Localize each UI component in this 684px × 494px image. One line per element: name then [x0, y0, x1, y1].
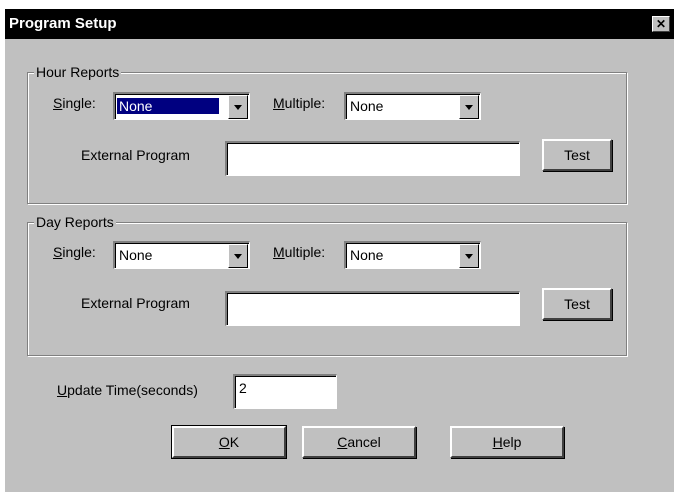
dialog-title: Program Setup — [9, 15, 117, 32]
day-external-input[interactable] — [225, 291, 520, 326]
hour-test-button[interactable]: Test — [542, 139, 612, 171]
ok-button[interactable]: OK — [171, 425, 287, 459]
hour-external-input[interactable] — [225, 141, 520, 176]
hour-multiple-select[interactable]: None — [344, 92, 481, 120]
day-multiple-select[interactable]: None — [344, 241, 481, 269]
day-test-label: Test — [564, 296, 590, 312]
day-reports-label: Day Reports — [34, 214, 116, 230]
cancel-label: Cancel — [337, 434, 381, 450]
day-test-button[interactable]: Test — [542, 288, 612, 320]
close-button[interactable]: ✕ — [652, 16, 670, 32]
hour-reports-label: Hour Reports — [34, 64, 122, 80]
day-single-value: None — [119, 247, 153, 263]
help-label: Help — [492, 434, 522, 450]
update-time-value: 2 — [239, 380, 247, 396]
day-multiple-value: None — [350, 247, 384, 263]
help-button[interactable]: Help — [450, 426, 564, 458]
hour-external-label: External Program — [81, 147, 190, 163]
day-single-select[interactable]: None — [113, 241, 250, 269]
hour-single-dropdown-icon[interactable] — [228, 95, 248, 119]
day-multiple-label: Multiple: — [273, 244, 326, 260]
close-icon: ✕ — [655, 17, 667, 31]
update-time-input[interactable]: 2 — [233, 374, 337, 409]
hour-single-value: None — [116, 97, 220, 115]
title-bar[interactable]: Program Setup ✕ — [5, 9, 674, 39]
hour-multiple-label: Multiple: — [273, 95, 326, 111]
hour-single-select[interactable]: None — [113, 92, 250, 120]
hour-test-label: Test — [564, 147, 590, 163]
day-single-label: Single: — [53, 244, 96, 260]
hour-multiple-value: None — [350, 98, 384, 114]
hour-multiple-dropdown-icon[interactable] — [459, 95, 479, 119]
hour-single-label: Single: — [53, 95, 96, 111]
update-time-label: Update Time(seconds) — [57, 382, 198, 398]
program-setup-dialog: Program Setup ✕ Hour Reports Single: Non… — [5, 9, 674, 492]
day-external-label: External Program — [81, 295, 190, 311]
day-single-dropdown-icon[interactable] — [228, 244, 248, 268]
cancel-button[interactable]: Cancel — [302, 426, 416, 458]
ok-label: OK — [218, 434, 240, 450]
day-multiple-dropdown-icon[interactable] — [459, 244, 479, 268]
